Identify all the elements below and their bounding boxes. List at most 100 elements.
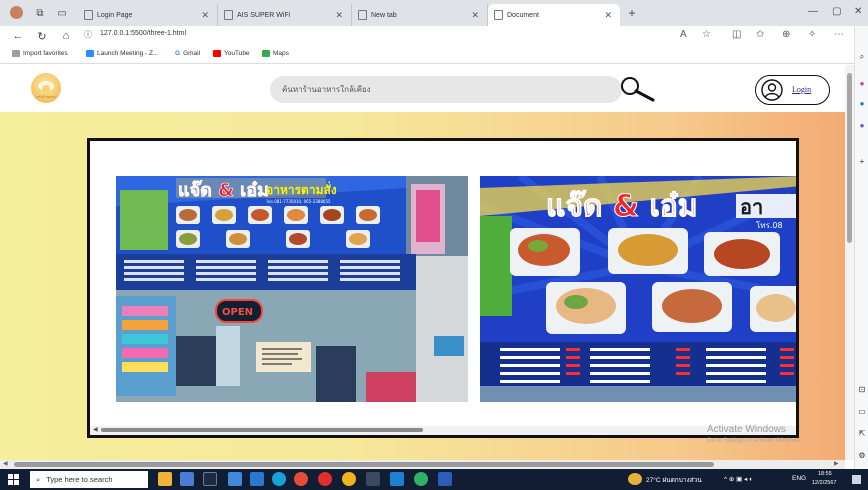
vertical-tabs-icon[interactable]: ▭ bbox=[54, 5, 70, 21]
site-info-icon[interactable]: ⓘ bbox=[84, 29, 92, 40]
vscode-icon[interactable] bbox=[390, 472, 404, 486]
new-tab-button[interactable]: + bbox=[624, 5, 640, 21]
workspaces-icon[interactable]: ⧉ bbox=[32, 5, 48, 21]
page-viewport: ครัวบ้านสวน ค้นหาร้านอาหารใกล้เคียง Logi… bbox=[0, 65, 845, 460]
task-view-icon[interactable] bbox=[158, 472, 172, 486]
clock-time[interactable]: 18:55 bbox=[818, 471, 832, 477]
chrome-icon[interactable] bbox=[294, 472, 308, 486]
sidebar-settings-icon[interactable]: ⚙ bbox=[857, 450, 867, 460]
weather-icon[interactable] bbox=[628, 473, 642, 485]
widgets-icon[interactable] bbox=[180, 472, 194, 486]
windows-start-icon[interactable] bbox=[8, 474, 19, 485]
search-icon[interactable] bbox=[617, 76, 659, 103]
close-tab-icon[interactable]: ✕ bbox=[335, 10, 343, 21]
store-icon[interactable] bbox=[228, 472, 242, 486]
carousel-scroll-thumb[interactable] bbox=[101, 428, 423, 432]
calculator-icon[interactable] bbox=[366, 472, 380, 486]
browser-profile-icon[interactable] bbox=[10, 6, 23, 19]
page-horizontal-scrollbar[interactable]: ◀ ▶ bbox=[0, 460, 845, 469]
scroll-left-icon[interactable]: ◀ bbox=[93, 426, 98, 433]
tab-label: Login Page bbox=[97, 11, 133, 19]
refresh-icon[interactable]: ↻ bbox=[34, 28, 50, 44]
maps-icon bbox=[262, 50, 270, 57]
activate-windows-title: Activate Windows bbox=[707, 424, 786, 435]
chrome-alt-icon[interactable] bbox=[414, 472, 428, 486]
sidebar-games-icon[interactable]: ● bbox=[857, 120, 867, 130]
language-indicator[interactable]: ENG bbox=[792, 475, 806, 482]
sidebar-add-icon[interactable]: + bbox=[857, 156, 867, 166]
taskbar-search-input[interactable]: ⌕ Type here to search bbox=[30, 471, 148, 488]
edge-sidebar: ⌕ ● ● ● + ⊡ ▭ ⇱ ⚙ bbox=[854, 26, 868, 469]
restaurant-photo-2: แจ๊ด & เอ๋ม อา โทร.08 bbox=[480, 176, 796, 402]
bookmark-import-favorites[interactable]: Import favorites bbox=[12, 50, 68, 57]
split-screen-icon[interactable]: ◫ bbox=[732, 29, 741, 40]
page-icon bbox=[224, 10, 233, 20]
chrome-profile-icon[interactable] bbox=[342, 472, 356, 486]
vertical-scroll-thumb[interactable] bbox=[847, 73, 852, 243]
address-bar: ← ↻ ⌂ ⓘ 127.0.0.1:5500/three-1.html A ☆ … bbox=[0, 26, 868, 46]
restaurant-search-input[interactable]: ค้นหาร้านอาหารใกล้เคียง bbox=[270, 76, 622, 103]
import-icon bbox=[12, 50, 20, 57]
carousel-track: แจ๊ด & เอ๋ม อาหารตามสั่ง โทร.081-7735010… bbox=[90, 141, 796, 435]
clock-date[interactable]: 12/2/2567 bbox=[812, 480, 836, 486]
sidebar-screenshot-icon[interactable]: ⊡ bbox=[857, 384, 867, 394]
bookmark-label: Maps bbox=[273, 50, 289, 57]
tab-label: Document bbox=[507, 11, 539, 19]
page-scroll-thumb[interactable] bbox=[14, 462, 714, 467]
tab-document[interactable]: Document ✕ bbox=[488, 4, 620, 26]
bookmark-label: Launch Meeting - Z... bbox=[97, 50, 159, 57]
minimize-icon[interactable]: — bbox=[808, 6, 818, 17]
home-icon[interactable]: ⌂ bbox=[58, 28, 74, 44]
system-tray-icons[interactable]: ^ ⊕ ▣ ◂ ◐ bbox=[724, 475, 753, 483]
close-tab-icon[interactable]: ✕ bbox=[604, 10, 612, 21]
read-aloud-icon[interactable]: A bbox=[680, 29, 687, 40]
bookmark-maps[interactable]: Maps bbox=[262, 50, 289, 57]
zoom-icon bbox=[86, 50, 94, 57]
weather-text[interactable]: 27°C ฝนตกบางส่วน bbox=[646, 475, 702, 485]
tab-login-page[interactable]: Login Page ✕ bbox=[78, 4, 218, 26]
carousel-slide[interactable]: แจ๊ด & เอ๋ม อาหารตามสั่ง โทร.081-7735010… bbox=[116, 176, 468, 402]
sidebar-shopping-icon[interactable]: ● bbox=[857, 78, 867, 88]
sidebar-tools-icon[interactable]: ● bbox=[857, 98, 867, 108]
login-button[interactable]: Login bbox=[755, 75, 830, 105]
sign-title: แจ๊ด & เอ๋ม bbox=[546, 189, 698, 224]
bookmark-gmail[interactable]: G Gmail bbox=[175, 50, 200, 57]
close-window-icon[interactable]: ✕ bbox=[854, 6, 862, 17]
restaurant-carousel[interactable]: แจ๊ด & เอ๋ม อาหารตามสั่ง โทร.081-7735010… bbox=[87, 138, 799, 438]
page-vertical-scrollbar[interactable] bbox=[845, 65, 854, 460]
extensions-icon[interactable]: ✧ bbox=[808, 29, 816, 40]
restore-icon[interactable]: ▢ bbox=[832, 6, 841, 17]
youtube-icon bbox=[213, 50, 221, 57]
favorites-icon[interactable]: ✩ bbox=[756, 29, 764, 40]
scroll-right-icon[interactable]: ▶ bbox=[834, 460, 839, 467]
sidebar-split-icon[interactable]: ▭ bbox=[857, 406, 867, 416]
carousel-scrollbar[interactable]: ◀ bbox=[90, 426, 796, 435]
more-menu-icon[interactable]: ⋯ bbox=[834, 29, 844, 40]
word-icon[interactable] bbox=[438, 472, 452, 486]
hero-section: แจ๊ด & เอ๋ม อาหารตามสั่ง โทร.081-7735010… bbox=[0, 112, 845, 460]
scroll-left-icon[interactable]: ◀ bbox=[3, 460, 8, 467]
edge-icon[interactable] bbox=[272, 472, 286, 486]
mail-icon[interactable] bbox=[250, 472, 264, 486]
user-icon bbox=[761, 79, 783, 101]
bookmark-youtube[interactable]: YouTube bbox=[213, 50, 250, 57]
notifications-icon[interactable] bbox=[852, 475, 861, 484]
tab-ais-wifi[interactable]: AIS SUPER WiFi ✕ bbox=[218, 4, 352, 26]
bookmark-zoom[interactable]: Launch Meeting - Z... bbox=[86, 50, 158, 57]
url-field[interactable]: 127.0.0.1:5500/three-1.html bbox=[100, 30, 186, 37]
sign-title: แจ๊ด & เอ๋ม bbox=[178, 180, 269, 201]
collections-icon[interactable]: ⊕ bbox=[782, 29, 790, 40]
carousel-slide[interactable]: แจ๊ด & เอ๋ม อา โทร.08 bbox=[480, 176, 796, 402]
tab-new-tab[interactable]: New tab ✕ bbox=[352, 4, 488, 26]
close-tab-icon[interactable]: ✕ bbox=[201, 10, 209, 21]
activate-windows-subtitle: Go to Settings to activate Windows. bbox=[707, 438, 802, 444]
favorite-star-icon[interactable]: ☆ bbox=[702, 29, 711, 40]
open-sign: OPEN bbox=[222, 307, 253, 318]
close-tab-icon[interactable]: ✕ bbox=[471, 10, 479, 21]
page-icon bbox=[494, 10, 503, 20]
sidebar-search-icon[interactable]: ⌕ bbox=[857, 52, 867, 62]
sidebar-external-icon[interactable]: ⇱ bbox=[857, 428, 867, 438]
back-icon[interactable]: ← bbox=[10, 28, 26, 44]
opera-icon[interactable] bbox=[318, 472, 332, 486]
terminal-icon[interactable] bbox=[203, 472, 217, 486]
